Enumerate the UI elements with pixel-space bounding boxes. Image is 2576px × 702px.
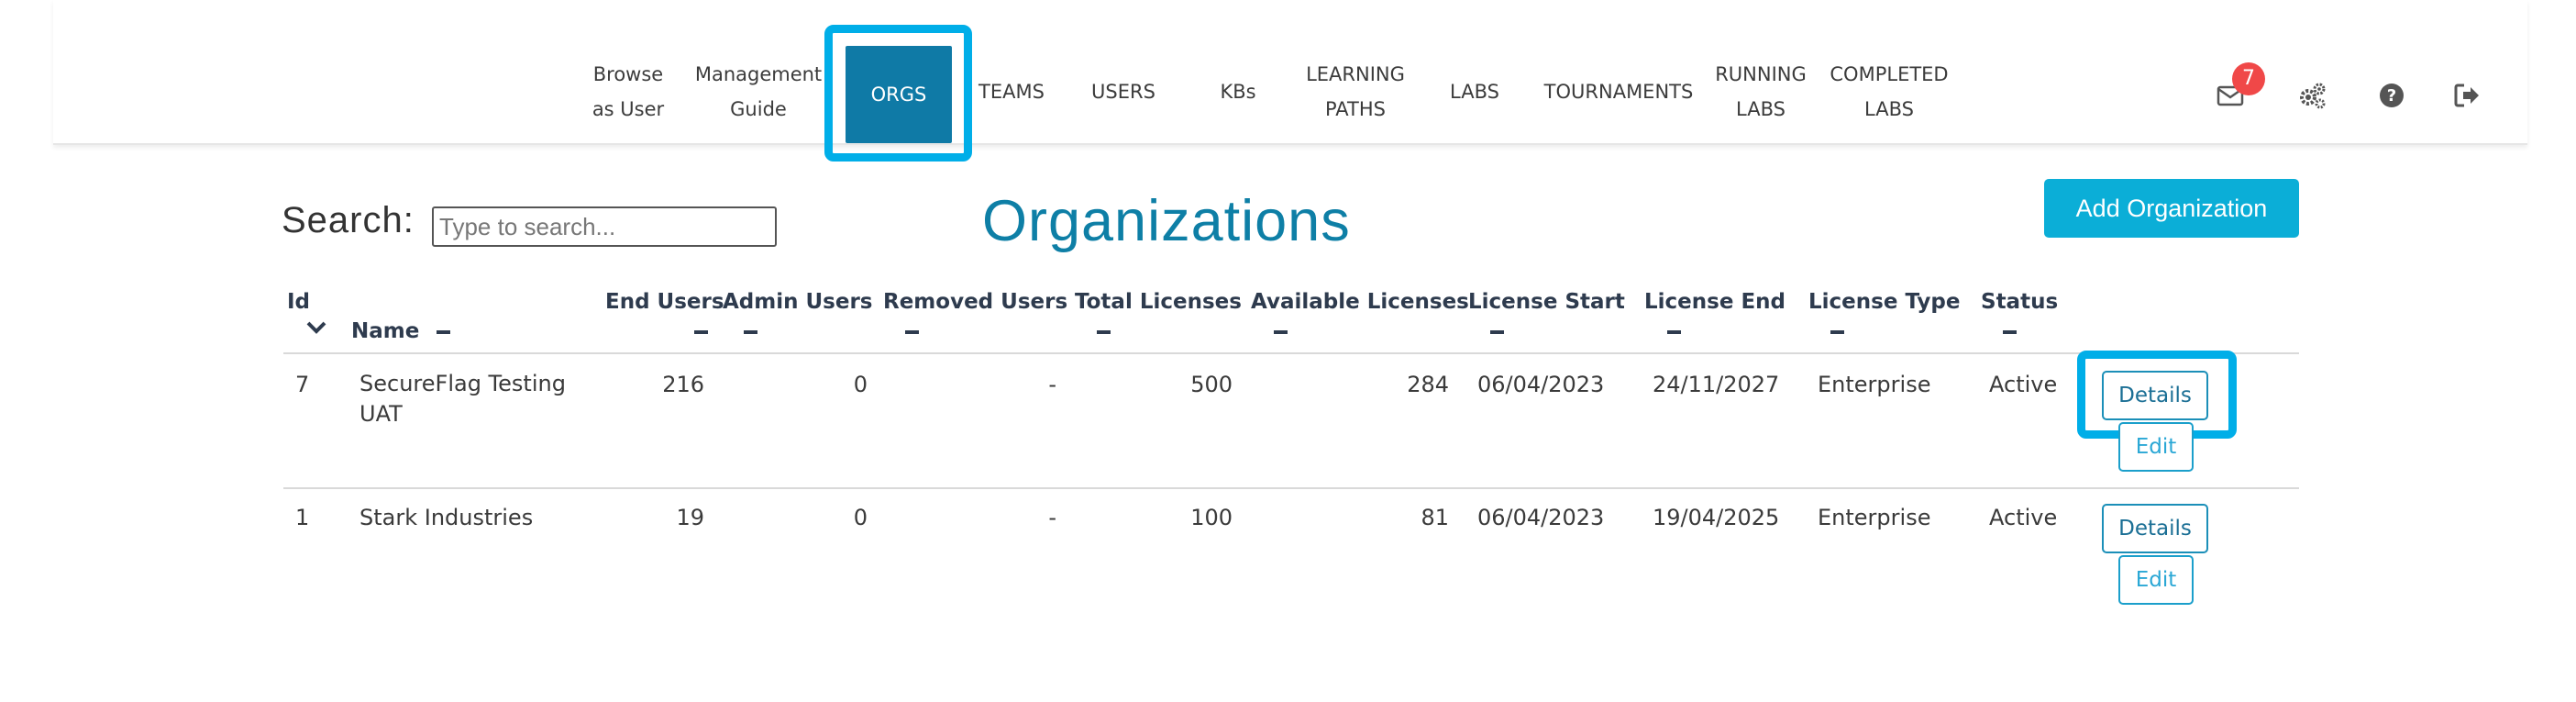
license-type-sort-indicator[interactable] <box>1830 330 1844 334</box>
nav-labs[interactable]: LABS <box>1440 50 1509 133</box>
search-input[interactable] <box>432 206 777 247</box>
column-header-license-start[interactable]: License Start <box>1468 290 1625 314</box>
row-2-license-start: 06/04/2023 <box>1477 505 1605 530</box>
row-2-name: Stark Industries <box>359 505 534 530</box>
row-divider <box>283 487 2299 489</box>
nav-management-guide[interactable]: Management Guide <box>690 50 827 133</box>
column-header-admin-users[interactable]: Admin Users <box>723 290 873 314</box>
question-circle-icon[interactable]: ? <box>2377 81 2406 110</box>
row-1-details-button[interactable]: Details <box>2102 371 2208 420</box>
column-header-available-licenses[interactable]: Available Licenses <box>1251 290 1469 314</box>
add-organization-button[interactable]: Add Organization <box>2044 179 2299 238</box>
row-1-edit-button[interactable]: Edit <box>2118 422 2194 472</box>
svg-text:?: ? <box>2387 86 2396 106</box>
column-header-end-users[interactable]: End Users <box>605 290 724 314</box>
column-header-name[interactable]: Name <box>351 319 419 343</box>
column-header-total-licenses[interactable]: Total Licenses <box>1075 290 1242 314</box>
sign-out-icon[interactable] <box>2452 81 2482 110</box>
row-2-details-button[interactable]: Details <box>2102 504 2208 553</box>
row-1-total-licenses: 500 <box>1190 372 1233 397</box>
nav-browse-as-user[interactable]: Browse as User <box>587 50 669 133</box>
column-header-status[interactable]: Status <box>1981 290 2058 314</box>
status-sort-indicator[interactable] <box>2003 330 2017 334</box>
nav-tournaments[interactable]: TOURNAMENTS <box>1541 50 1697 133</box>
row-1-end-users: 216 <box>662 372 704 397</box>
row-1-available-licenses: 284 <box>1407 372 1449 397</box>
column-header-license-end[interactable]: License End <box>1644 290 1786 314</box>
license-start-sort-indicator[interactable] <box>1490 330 1504 334</box>
nav-users[interactable]: USERS <box>1082 50 1165 133</box>
name-sort-indicator[interactable] <box>437 330 450 334</box>
row-1-license-type: Enterprise <box>1818 372 1931 397</box>
row-1-id: 7 <box>295 372 310 397</box>
admin-users-sort-indicator[interactable] <box>744 330 757 334</box>
row-1-admin-users: 0 <box>853 372 868 397</box>
available-licenses-sort-indicator[interactable] <box>1274 330 1288 334</box>
row-2-admin-users: 0 <box>853 505 868 530</box>
row-2-removed-users: - <box>1048 505 1056 530</box>
total-licenses-sort-indicator[interactable] <box>1097 330 1111 334</box>
table-header-divider <box>283 352 2299 354</box>
row-2-end-users: 19 <box>676 505 704 530</box>
license-end-sort-indicator[interactable] <box>1667 330 1681 334</box>
nav-completed-labs[interactable]: COMPLETED LABS <box>1830 50 1948 133</box>
page-title: Organizations <box>982 189 1351 253</box>
notification-badge: 7 <box>2232 62 2265 95</box>
row-1-status: Active <box>1989 372 2058 397</box>
row-1-license-end: 24/11/2027 <box>1653 372 1780 397</box>
column-header-id[interactable]: Id <box>287 290 310 314</box>
row-2-id: 1 <box>295 505 310 530</box>
row-1-name: SecureFlag Testing UAT <box>359 371 566 427</box>
row-1-license-start: 06/04/2023 <box>1477 372 1605 397</box>
row-2-license-type: Enterprise <box>1818 505 1931 530</box>
top-navigation-bar <box>53 0 2527 145</box>
row-2-edit-button[interactable]: Edit <box>2118 555 2194 605</box>
nav-kbs[interactable]: KBs <box>1201 50 1275 133</box>
row-2-license-end: 19/04/2025 <box>1653 505 1780 530</box>
row-2-status: Active <box>1989 505 2058 530</box>
nav-running-labs[interactable]: RUNNING LABS <box>1713 50 1808 133</box>
removed-users-sort-indicator[interactable] <box>905 330 919 334</box>
row-2-available-licenses: 81 <box>1421 505 1449 530</box>
row-1-removed-users: - <box>1048 372 1056 397</box>
chevron-down-icon[interactable] <box>306 321 326 334</box>
column-header-removed-users[interactable]: Removed Users <box>883 290 1067 314</box>
nav-learning-paths[interactable]: LEARNING PATHS <box>1300 50 1410 133</box>
nav-teams[interactable]: TEAMS <box>970 50 1053 133</box>
column-header-license-type[interactable]: License Type <box>1808 290 1960 314</box>
gears-icon[interactable] <box>2297 81 2327 110</box>
search-label: Search: <box>282 200 415 240</box>
end-users-sort-indicator[interactable] <box>694 330 708 334</box>
row-2-total-licenses: 100 <box>1190 505 1233 530</box>
nav-orgs[interactable]: ORGS <box>846 46 952 143</box>
